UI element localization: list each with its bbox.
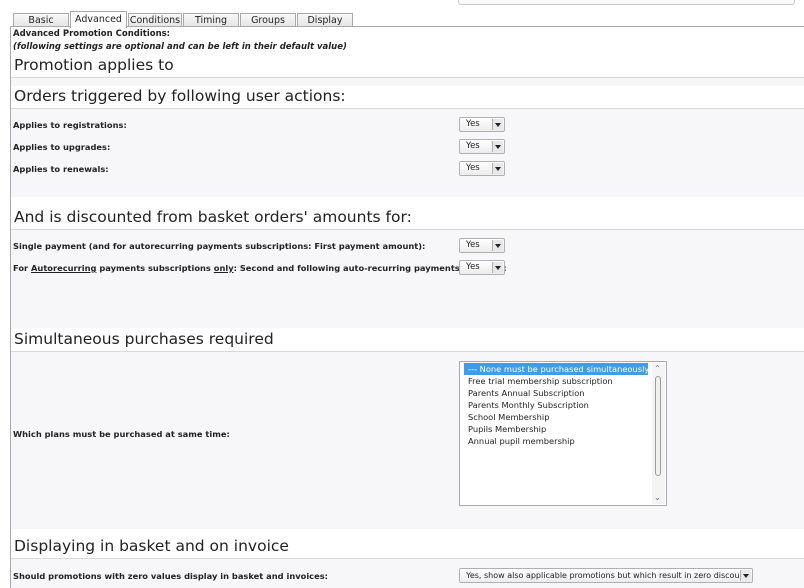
chevron-down-icon <box>492 119 503 130</box>
applies-registrations-select[interactable]: Yes <box>459 117 505 132</box>
select-value: Yes <box>466 240 480 250</box>
applies-renewals-select[interactable]: Yes <box>459 161 505 176</box>
tab-advanced[interactable]: Advanced <box>70 11 127 28</box>
select-value: Yes <box>466 262 480 272</box>
tab-groups[interactable]: Groups <box>240 13 296 27</box>
single-payment-select[interactable]: Yes <box>459 238 505 253</box>
section-band <box>11 109 804 197</box>
list-item[interactable]: Pupils Membership <box>464 423 648 435</box>
label-part-underlined: Autorecurring <box>31 263 97 273</box>
label-part: For <box>13 263 32 273</box>
select-value: Yes <box>466 163 480 173</box>
list-item[interactable]: --- None must be purchased simultaneousl… <box>464 363 661 375</box>
tab-timing[interactable]: Timing <box>183 13 239 27</box>
list-item[interactable]: Free trial membership subscription <box>464 375 648 387</box>
section-band <box>11 78 804 86</box>
chevron-down-icon[interactable]: ⌄ <box>654 493 661 502</box>
scrollbar-thumb[interactable] <box>655 376 661 476</box>
tab-basic[interactable]: Basic <box>13 13 69 27</box>
single-payment-label: Single payment (and for autorecurring pa… <box>13 241 426 251</box>
section-title-displaying: Displaying in basket and on invoice <box>14 537 289 555</box>
chevron-down-icon <box>492 141 503 152</box>
label-part-underlined: only <box>213 263 234 273</box>
select-value: Yes, show also applicable promotions but… <box>466 571 748 580</box>
optional-settings-note: (following settings are optional and can… <box>13 42 347 52</box>
advanced-conditions-title: Advanced Promotion Conditions: <box>13 29 171 39</box>
section-title-orders: Orders triggered by following user actio… <box>14 87 346 105</box>
applies-upgrades-select[interactable]: Yes <box>459 139 505 154</box>
recurring-payments-label: For Autorecurring payments subscriptions… <box>13 263 507 273</box>
chevron-down-icon <box>492 240 503 251</box>
tab-conditions[interactable]: Conditions <box>128 13 182 27</box>
zero-values-select[interactable]: Yes, show also applicable promotions but… <box>459 568 753 583</box>
chevron-down-icon <box>492 262 503 273</box>
list-item[interactable]: School Membership <box>464 411 648 423</box>
section-title-applies: Promotion applies to <box>14 56 174 74</box>
applies-renewals-label: Applies to renewals: <box>13 164 109 174</box>
list-item[interactable]: Parents Monthly Subscription <box>464 399 648 411</box>
plans-multiselect[interactable]: --- None must be purchased simultaneousl… <box>459 361 667 506</box>
top-panel-edge <box>458 0 795 5</box>
chevron-down-icon <box>740 570 751 581</box>
listbox-scrollbar[interactable]: ⌃ ⌄ <box>652 363 665 504</box>
chevron-down-icon <box>492 163 503 174</box>
zero-values-label: Should promotions with zero values displ… <box>13 571 328 581</box>
applies-upgrades-label: Applies to upgrades: <box>13 142 111 152</box>
select-value: Yes <box>466 119 480 129</box>
applies-registrations-label: Applies to registrations: <box>13 120 127 130</box>
section-band <box>11 352 804 529</box>
label-part: payments subscriptions <box>96 263 214 273</box>
list-item[interactable]: Annual pupil membership <box>464 435 648 447</box>
chevron-up-icon[interactable]: ⌃ <box>654 364 661 373</box>
tab-display[interactable]: Display <box>297 13 353 27</box>
select-value: Yes <box>466 141 480 151</box>
list-item[interactable]: Parents Annual Subscription <box>464 387 648 399</box>
section-title-discounted: And is discounted from basket orders' am… <box>14 208 412 226</box>
plans-required-label: Which plans must be purchased at same ti… <box>13 429 230 439</box>
section-title-simultaneous: Simultaneous purchases required <box>14 330 274 348</box>
recurring-payments-select[interactable]: Yes <box>459 260 505 275</box>
